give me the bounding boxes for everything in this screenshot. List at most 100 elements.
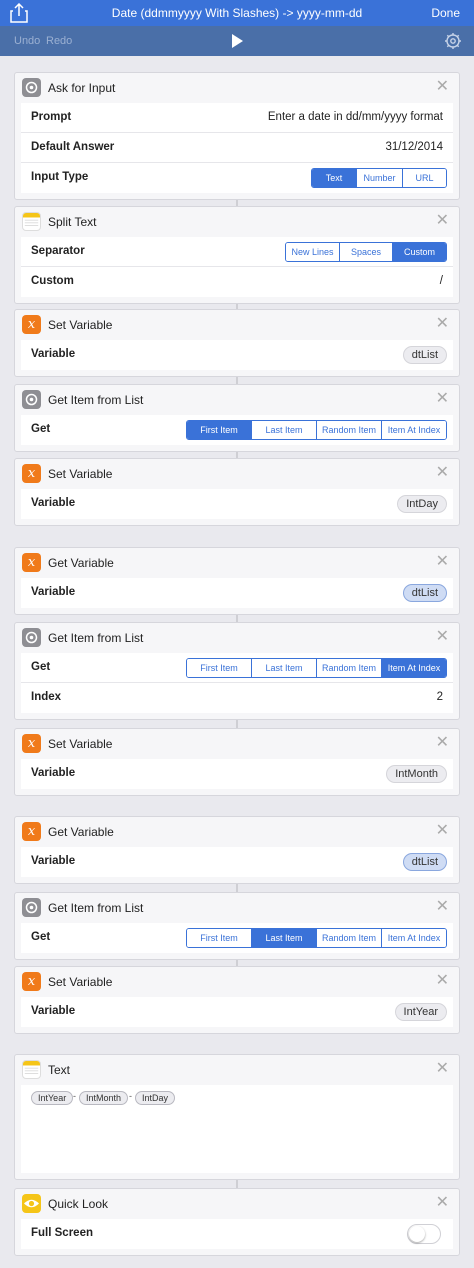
action-get-item-from-list[interactable]: Get Item from List ✕ Get First Item Last… [14,892,460,960]
variable-name-field[interactable]: IntMonth [386,765,447,783]
last-item-option[interactable]: Last Item [251,659,316,677]
variable-label: Variable [31,497,76,509]
prompt-label: Prompt [31,111,72,123]
action-quick-look[interactable]: Quick Look ✕ Full Screen [14,1188,460,1256]
action-title: Get Item from List [48,393,144,407]
custom-separator-field[interactable]: / [440,275,443,287]
item-at-index-option[interactable]: Item At Index [381,929,446,947]
close-icon[interactable]: ✕ [436,734,449,752]
nav-bar: Date (ddmmyyyy With Slashes) -> yyyy-mm-… [0,0,474,26]
done-button[interactable]: Done [431,6,460,20]
variable-name-field[interactable]: IntYear [394,1003,447,1021]
action-title: Set Variable [48,467,113,481]
get-segmented-control: First Item Last Item Random Item Item At… [186,928,447,948]
settings-gear-icon[interactable] [444,32,462,50]
gear-icon [22,628,41,647]
page-title: Date (ddmmyyyy With Slashes) -> yyyy-mm-… [111,6,363,20]
action-title: Ask for Input [48,81,116,95]
close-icon[interactable]: ✕ [436,972,449,990]
item-at-index-option[interactable]: Item At Index [381,659,446,677]
separator-label: Separator [31,245,85,257]
variable-label: Variable [31,586,76,598]
action-get-item-from-list[interactable]: Get Item from List ✕ Get First Item Last… [14,384,460,452]
variable-label: Variable [31,855,76,867]
custom-label: Custom [31,275,74,287]
variable-icon: x [22,972,41,991]
default-answer-label: Default Answer [31,141,115,153]
action-set-variable[interactable]: x Set Variable ✕ Variable IntMonth [14,728,460,796]
variable-name-field[interactable]: IntDay [397,495,447,513]
action-set-variable[interactable]: x Set Variable ✕ Variable dtList [14,309,460,377]
close-icon[interactable]: ✕ [436,78,449,96]
notes-icon [22,1060,41,1079]
close-icon[interactable]: ✕ [436,212,449,230]
action-title: Quick Look [48,1197,109,1211]
default-answer-field[interactable]: 31/12/2014 [385,141,443,153]
text-field[interactable]: IntYear - IntMonth - IntDay [21,1085,453,1173]
first-item-option[interactable]: First Item [187,659,251,677]
variable-token-intday[interactable]: IntDay [135,1091,176,1105]
prompt-field[interactable]: Enter a date in dd/mm/yyyy format [268,111,443,123]
separator-new-lines-option[interactable]: New Lines [286,243,339,261]
toolbar: Undo Redo [0,26,474,56]
close-icon[interactable]: ✕ [436,464,449,482]
item-at-index-option[interactable]: Item At Index [381,421,446,439]
full-screen-label: Full Screen [31,1227,93,1239]
input-type-url-option[interactable]: URL [402,169,446,187]
input-type-label: Input Type [31,171,89,183]
close-icon[interactable]: ✕ [436,315,449,333]
action-text[interactable]: Text ✕ IntYear - IntMonth - IntDay [14,1054,460,1180]
notes-icon [22,212,41,231]
input-type-number-option[interactable]: Number [356,169,402,187]
first-item-option[interactable]: First Item [187,929,251,947]
action-split-text[interactable]: Split Text ✕ Separator New Lines Spaces … [14,206,460,304]
variable-label: Variable [31,1005,76,1017]
close-icon[interactable]: ✕ [436,628,449,646]
input-type-text-option[interactable]: Text [312,169,356,187]
close-icon[interactable]: ✕ [436,822,449,840]
separator-custom-option[interactable]: Custom [392,243,446,261]
variable-token[interactable]: dtList [402,853,447,871]
action-ask-for-input[interactable]: Ask for Input ✕ Prompt Enter a date in d… [14,72,460,200]
eye-icon [22,1194,41,1213]
first-item-option[interactable]: First Item [187,421,251,439]
close-icon[interactable]: ✕ [436,898,449,916]
last-item-option[interactable]: Last Item [251,421,316,439]
get-segmented-control: First Item Last Item Random Item Item At… [186,658,447,678]
last-item-option[interactable]: Last Item [251,929,316,947]
close-icon[interactable]: ✕ [436,1060,449,1078]
action-get-item-from-list[interactable]: Get Item from List ✕ Get First Item Last… [14,622,460,720]
action-title: Get Variable [48,825,114,839]
index-field[interactable]: 2 [437,691,443,703]
toggle-knob [409,1226,425,1242]
play-icon[interactable] [229,33,245,49]
action-title: Text [48,1063,71,1077]
separator-segmented-control: New Lines Spaces Custom [285,242,447,262]
get-label: Get [31,931,51,943]
action-set-variable[interactable]: x Set Variable ✕ Variable IntDay [14,458,460,526]
random-item-option[interactable]: Random Item [316,659,381,677]
variable-token[interactable]: dtList [402,584,447,602]
separator-spaces-option[interactable]: Spaces [339,243,392,261]
redo-button[interactable]: Redo [46,35,72,47]
variable-name-field[interactable]: dtList [402,346,447,364]
action-get-variable[interactable]: x Get Variable ✕ Variable dtList [14,816,460,884]
action-get-variable[interactable]: x Get Variable ✕ Variable dtList [14,547,460,615]
variable-token-intyear[interactable]: IntYear [31,1091,74,1105]
random-item-option[interactable]: Random Item [316,421,381,439]
random-item-option[interactable]: Random Item [316,929,381,947]
close-icon[interactable]: ✕ [436,553,449,571]
close-icon[interactable]: ✕ [436,1194,449,1212]
input-type-segmented-control: Text Number URL [311,168,447,188]
action-set-variable[interactable]: x Set Variable ✕ Variable IntYear [14,966,460,1034]
full-screen-toggle[interactable] [407,1224,441,1244]
action-title: Split Text [48,215,97,229]
get-label: Get [31,423,51,435]
close-icon[interactable]: ✕ [436,390,449,408]
variable-token-intmonth[interactable]: IntMonth [79,1091,129,1105]
action-title: Get Variable [48,556,114,570]
action-title: Set Variable [48,975,113,989]
undo-button[interactable]: Undo [14,35,40,47]
variable-icon: x [22,553,41,572]
index-label: Index [31,691,62,703]
